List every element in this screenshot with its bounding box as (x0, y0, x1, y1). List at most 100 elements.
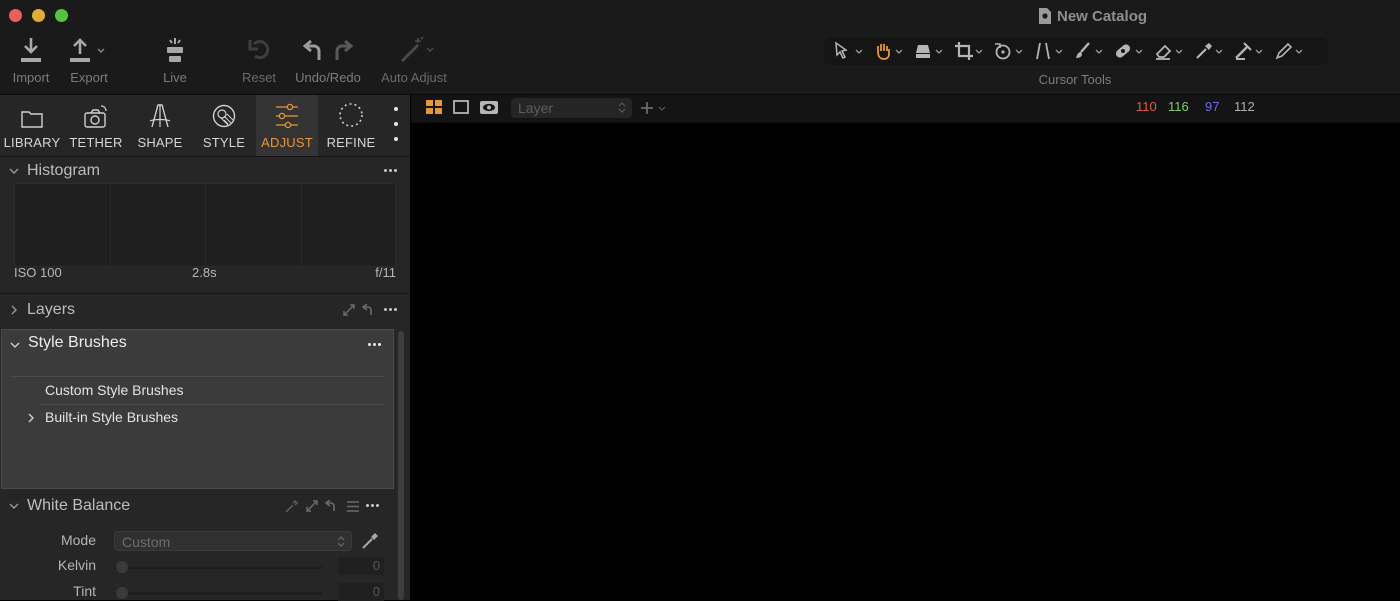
gradient-tool[interactable] (1232, 37, 1266, 65)
cursor-tools-label: Cursor Tools (1038, 72, 1112, 87)
grid-view-icon[interactable] (426, 100, 443, 115)
pan-tool[interactable] (872, 37, 906, 65)
rotate-icon (995, 43, 1023, 60)
tab-tether-label: TETHER (69, 135, 123, 150)
layers-title: Layers (27, 301, 76, 318)
histogram-graph (14, 183, 396, 267)
eye-icon[interactable] (479, 100, 499, 115)
maximize-window-button[interactable] (55, 9, 68, 22)
single-view-icon[interactable] (453, 100, 470, 115)
kelvin-slider-knob[interactable] (116, 561, 128, 573)
export-label: Export (70, 70, 108, 85)
tab-shape[interactable]: SHAPE (128, 95, 192, 156)
close-window-button[interactable] (9, 9, 22, 22)
eyedropper-icon (1196, 43, 1223, 59)
tab-tether[interactable]: TETHER (64, 95, 128, 156)
perspective-tool[interactable] (1032, 37, 1066, 65)
import-label: Import (12, 70, 50, 85)
annotate-tool[interactable] (1272, 37, 1306, 65)
tint-slider-knob[interactable] (116, 587, 128, 599)
readout-blue: 97 (1205, 99, 1220, 114)
tab-refine[interactable]: REFINE (318, 95, 384, 156)
export-button[interactable]: Export (69, 30, 109, 85)
layer-select[interactable]: Layer (511, 98, 632, 118)
redo-icon[interactable] (333, 39, 353, 61)
picker-icon[interactable] (285, 500, 298, 513)
folder-icon (21, 111, 43, 128)
readout-red: 110 (1136, 99, 1157, 114)
layers-header[interactable]: Layers (0, 298, 410, 324)
layers-menu-button[interactable] (384, 308, 397, 311)
viewer-toolbar: Layer 110 116 97 112 (411, 95, 1400, 123)
eraser-icon (1155, 44, 1183, 60)
reset-button[interactable]: Reset (240, 30, 278, 85)
divider (10, 376, 385, 377)
kelvin-value[interactable]: 0 (338, 557, 384, 575)
picker-tool[interactable] (1192, 37, 1226, 65)
histogram-header[interactable]: Histogram (0, 159, 410, 185)
chevron-down-icon[interactable] (9, 339, 21, 351)
layer-select-value: Layer (518, 100, 554, 116)
shape-icon (149, 104, 171, 128)
tint-label: Tint (73, 583, 96, 599)
eraser-tool[interactable] (1152, 37, 1186, 65)
mode-label: Mode (60, 532, 96, 548)
undo-redo-label: Undo/Redo (295, 70, 361, 85)
mode-select[interactable]: Custom (114, 531, 352, 551)
rotate-tool[interactable] (992, 37, 1026, 65)
readout-green: 116 (1168, 99, 1189, 114)
more-tabs-button[interactable] (388, 107, 404, 141)
list-icon[interactable] (346, 501, 360, 512)
crop-tool[interactable] (952, 37, 986, 65)
tool-tabs: LIBRARY TETHER SHAPE STYLE ADJUST REFINE (0, 95, 410, 157)
panel-scrollbar-thumb[interactable] (398, 331, 404, 600)
image-viewer: Layer 110 116 97 112 (411, 95, 1400, 600)
add-layer-icon[interactable] (640, 101, 670, 115)
tab-style[interactable]: STYLE (192, 95, 256, 156)
tab-adjust[interactable]: ADJUST (256, 95, 318, 156)
iso-value: ISO 100 (14, 265, 62, 280)
stepper-icon (337, 536, 345, 547)
histogram-menu-button[interactable] (384, 169, 397, 172)
export-icon (70, 38, 105, 62)
select-tool[interactable] (832, 37, 866, 65)
bandage-icon (1115, 44, 1143, 58)
tint-slider[interactable] (114, 587, 322, 599)
tab-adjust-label: ADJUST (261, 135, 313, 150)
chevron-right-icon[interactable] (25, 412, 37, 424)
custom-style-brushes-item[interactable]: Custom Style Brushes (45, 382, 184, 398)
style-brushes-menu-button[interactable] (368, 343, 381, 346)
stepper-icon (618, 102, 626, 113)
app-window: New Catalog Import Export Live Reset Und… (0, 0, 1400, 601)
reset-layer-icon[interactable] (362, 304, 376, 316)
undo-icon[interactable] (303, 39, 323, 61)
reset-wb-icon[interactable] (325, 500, 339, 512)
white-balance-menu-button[interactable] (366, 504, 379, 507)
heal-tool[interactable] (1112, 37, 1146, 65)
chevron-right-icon (11, 305, 17, 315)
tint-value[interactable]: 0 (338, 583, 384, 601)
expand-icon[interactable] (306, 500, 318, 512)
style-icon (212, 104, 236, 128)
import-button[interactable]: Import (11, 30, 51, 85)
mode-value: Custom (122, 534, 171, 550)
kelvin-slider[interactable] (114, 561, 322, 573)
tab-library[interactable]: LIBRARY (0, 95, 64, 156)
minimize-window-button[interactable] (32, 9, 45, 22)
camera-icon (84, 105, 107, 128)
eyedropper-icon[interactable] (361, 532, 379, 550)
auto-adjust-label: Auto Adjust (381, 70, 447, 85)
pen-icon (1275, 42, 1303, 60)
shutter-value: 2.8s (192, 265, 217, 280)
title-bar: New Catalog Import Export Live Reset Und… (0, 0, 1400, 95)
white-balance-header[interactable]: White Balance (0, 494, 410, 520)
undo-redo-group: Undo/Redo (294, 30, 362, 85)
straighten-tool[interactable] (912, 37, 946, 65)
brush-tool[interactable] (1072, 37, 1106, 65)
expand-icon[interactable] (343, 304, 355, 316)
divider (40, 404, 385, 405)
live-button[interactable]: Live (155, 30, 195, 85)
sliders-icon (276, 103, 298, 129)
built-in-style-brushes-item[interactable]: Built-in Style Brushes (45, 409, 178, 425)
auto-adjust-button[interactable]: Auto Adjust (380, 30, 448, 85)
